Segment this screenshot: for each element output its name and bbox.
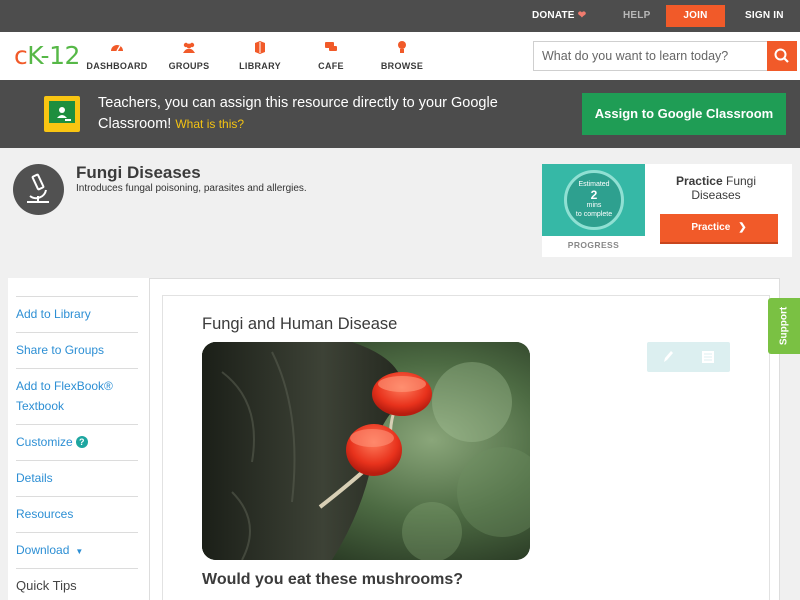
download-label: Download [16, 543, 70, 557]
sidebar-item-add-to-flexbook[interactable]: Add to FlexBook® Textbook [16, 368, 138, 424]
sidebar: Add to Library Share to Groups Add to Fl… [8, 278, 150, 600]
nav-cafe[interactable]: CAFE [295, 40, 367, 71]
logo-k: K [27, 41, 41, 70]
nav-dashboard-label: DASHBOARD [86, 61, 148, 71]
progress-label: PROGRESS [567, 240, 620, 250]
search-icon [774, 48, 789, 63]
dashboard-icon [111, 45, 123, 52]
nav-dashboard[interactable]: DASHBOARD [81, 40, 153, 71]
nav-browse[interactable]: BROWSE [366, 40, 438, 71]
sidebar-item-resources[interactable]: Resources [16, 496, 138, 532]
join-button[interactable]: JOIN [666, 5, 725, 27]
edit-tools [647, 342, 730, 372]
sign-in-link[interactable]: SIGN IN [745, 0, 784, 32]
search-button[interactable] [767, 41, 797, 71]
estimate-unit: mins [586, 202, 602, 209]
nav-groups[interactable]: GROUPS [153, 40, 225, 71]
mushroom-photo [202, 342, 530, 560]
practice-button[interactable]: Practice ❯ [660, 214, 778, 244]
search-bar [533, 41, 797, 71]
main-nav: cK-12 DASHBOARD GROUPS LIBRARY CAFE BROW… [0, 32, 800, 80]
nav-cafe-label: CAFE [318, 61, 344, 71]
caret-down-icon: ▼ [75, 547, 84, 556]
support-tab[interactable]: Support [768, 298, 800, 354]
google-classroom-icon [44, 96, 80, 132]
nav-library[interactable]: LIBRARY [224, 40, 296, 71]
support-label: Support [778, 306, 790, 346]
help-link[interactable]: HELP [623, 0, 650, 32]
concept-description: Introduces fungal poisoning, parasites a… [76, 183, 307, 194]
practice-card: Estimated 2 mins to complete PROGRESS Pr… [542, 164, 792, 257]
sidebar-item-quick-tips[interactable]: Quick Tips [16, 568, 138, 600]
assign-to-classroom-button[interactable]: Assign to Google Classroom [582, 93, 786, 135]
sidebar-item-download[interactable]: Download ▼ [16, 532, 138, 568]
logo-12: 12 [49, 41, 80, 70]
sidebar-item-customize[interactable]: Customize? [16, 424, 138, 460]
customize-label: Customize [16, 435, 73, 449]
nav-library-label: LIBRARY [239, 61, 281, 71]
practice-heading-bold: Practice [675, 174, 723, 188]
estimate-suffix: to complete [575, 211, 613, 218]
nav-browse-label: BROWSE [380, 61, 424, 71]
donate-link[interactable]: DONATE ❤ [532, 0, 586, 32]
help-icon[interactable]: ? [75, 436, 88, 448]
estimate-value: 2 [590, 188, 598, 202]
browse-icon [398, 41, 406, 53]
heart-icon: ❤ [577, 10, 587, 21]
lesson-title: Fungi and Human Disease [202, 315, 398, 333]
microscope-icon [13, 164, 64, 215]
lesson-question: Would you eat these mushrooms? [202, 571, 464, 588]
logo-c: c [14, 41, 28, 70]
donate-label: DONATE [532, 10, 575, 21]
what-is-this-link[interactable]: What is this? [175, 117, 244, 131]
notes-icon[interactable] [701, 349, 715, 365]
concept-title: Fungi Diseases [76, 163, 201, 182]
nav-groups-label: GROUPS [168, 61, 210, 71]
practice-heading: Practice Fungi Diseases [662, 174, 770, 202]
logo-dash: - [40, 41, 50, 70]
classroom-banner: Teachers, you can assign this resource d… [0, 80, 800, 148]
ck12-logo[interactable]: cK-12 [14, 42, 80, 70]
practice-thumbnail: Estimated 2 mins to complete [542, 164, 645, 236]
sidebar-item-details[interactable]: Details [16, 460, 138, 496]
search-input[interactable] [534, 42, 768, 70]
classroom-banner-text: Teachers, you can assign this resource d… [98, 93, 538, 135]
time-estimate: Estimated 2 mins to complete [566, 180, 622, 219]
banner-message: Teachers, you can assign this resource d… [98, 95, 498, 132]
cafe-icon [325, 42, 337, 51]
estimate-label: Estimated [578, 181, 610, 188]
practice-button-label: Practice [691, 222, 731, 233]
chevron-right-icon: ❯ [738, 222, 747, 233]
sidebar-item-add-to-library[interactable]: Add to Library [16, 296, 138, 332]
top-bar: DONATE ❤ HELP JOIN SIGN IN [0, 0, 800, 32]
library-icon [255, 41, 265, 54]
sidebar-item-share-to-groups[interactable]: Share to Groups [16, 332, 138, 368]
groups-icon [183, 42, 195, 53]
pencil-icon[interactable] [661, 349, 675, 365]
